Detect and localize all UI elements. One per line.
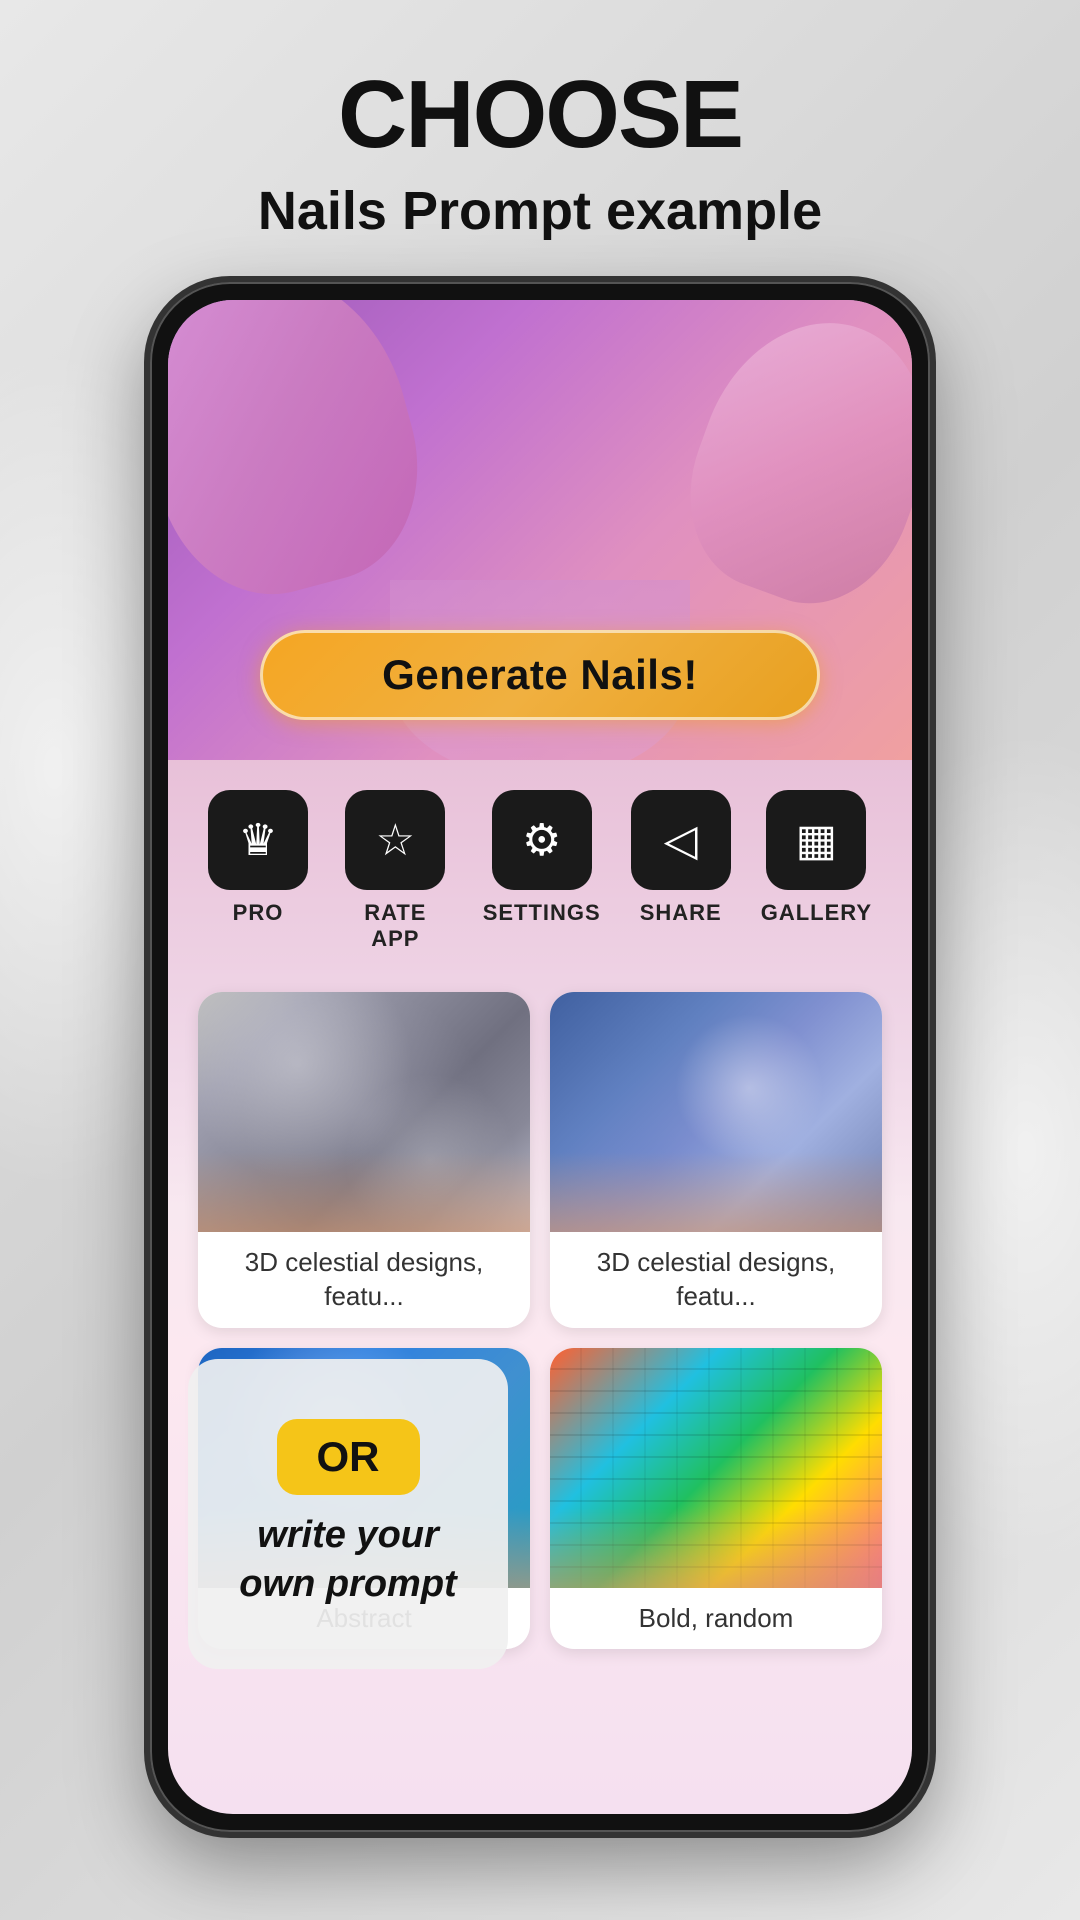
pro-button[interactable]: ♛ (208, 790, 308, 890)
nail-caption-2: 3D celestial designs, featu... (550, 1232, 882, 1328)
nail-image-2 (550, 992, 882, 1232)
or-text: write your own prompt (218, 1511, 478, 1610)
page-subtitle: Nails Prompt example (258, 180, 822, 242)
or-badge: OR (277, 1419, 420, 1495)
nail-card-1[interactable]: 3D celestial designs, featu... (198, 992, 530, 1328)
skin-overlay-2 (550, 1152, 882, 1232)
gallery-action[interactable]: ▦ GALLERY (761, 790, 872, 952)
rate-label: RATE APP (338, 900, 453, 952)
share-icon: ◁ (664, 815, 698, 866)
gallery-icon: ▦ (796, 815, 838, 866)
page-title: CHOOSE (338, 60, 742, 170)
pro-label: PRO (233, 900, 284, 926)
settings-label: SETTINGS (483, 900, 601, 926)
settings-action[interactable]: ⚙ SETTINGS (483, 790, 601, 952)
hero-decoration-1 (168, 300, 445, 618)
nail-card-2[interactable]: 3D celestial designs, featu... (550, 992, 882, 1328)
rate-button[interactable]: ☆ (345, 790, 445, 890)
settings-button[interactable]: ⚙ (492, 790, 592, 890)
share-button[interactable]: ◁ (631, 790, 731, 890)
gear-icon: ⚙ (522, 815, 561, 866)
share-label: SHARE (640, 900, 722, 926)
action-row: ♛ PRO ☆ RATE APP ⚙ SETTINGS ◁ (168, 760, 912, 972)
rate-action[interactable]: ☆ RATE APP (338, 790, 453, 952)
phone-mockup: Generate Nails! ♛ PRO ☆ RATE APP ⚙ (150, 282, 930, 1832)
nail-grid: 3D celestial designs, featu... 3D celest… (168, 972, 912, 1669)
skin-overlay-4 (550, 1508, 882, 1588)
pro-action[interactable]: ♛ PRO (208, 790, 308, 952)
hero-decoration-2 (661, 300, 912, 629)
phone-screen: Generate Nails! ♛ PRO ☆ RATE APP ⚙ (168, 300, 912, 1814)
crown-icon: ♛ (238, 815, 277, 866)
hero-area: Generate Nails! (168, 300, 912, 760)
generate-nails-button[interactable]: Generate Nails! (260, 630, 820, 720)
nail-image-4 (550, 1348, 882, 1588)
nail-image-1 (198, 992, 530, 1232)
share-action[interactable]: ◁ SHARE (631, 790, 731, 952)
gallery-button[interactable]: ▦ (766, 790, 866, 890)
nail-card-4[interactable]: Bold, random (550, 1348, 882, 1650)
nail-caption-1: 3D celestial designs, featu... (198, 1232, 530, 1328)
gallery-label: GALLERY (761, 900, 872, 926)
or-prompt-card: OR write your own prompt (188, 1359, 508, 1669)
nail-caption-4: Bold, random (550, 1588, 882, 1650)
generate-nails-label: Generate Nails! (382, 651, 698, 699)
star-icon: ☆ (376, 815, 415, 866)
skin-overlay-1 (198, 1152, 530, 1232)
